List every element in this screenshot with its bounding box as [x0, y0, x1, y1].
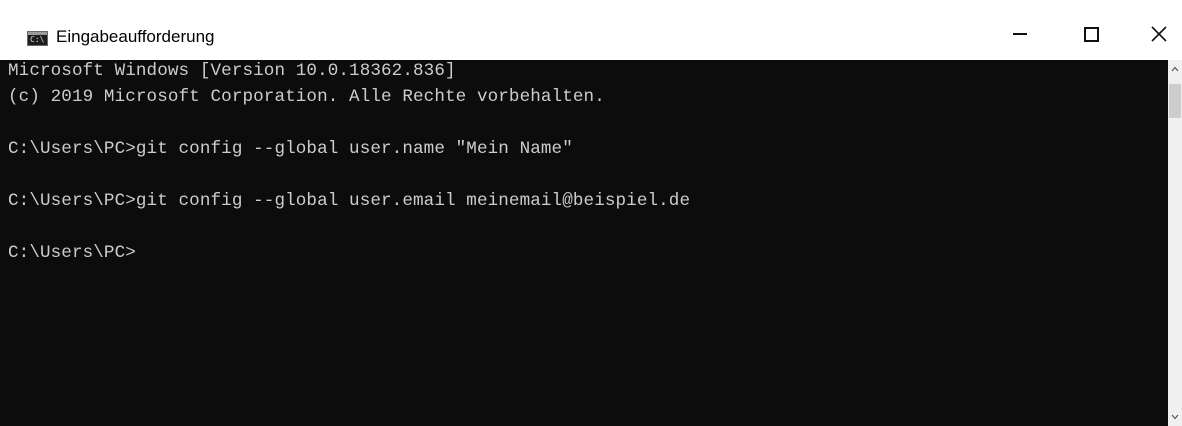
minimize-button[interactable] — [997, 14, 1043, 54]
maximize-button[interactable] — [1068, 14, 1114, 54]
console-output[interactable]: Microsoft Windows [Version 10.0.18362.83… — [0, 60, 1168, 426]
scroll-thumb[interactable] — [1169, 84, 1181, 118]
console-prompt-line: C:\Users\PC> — [8, 243, 136, 263]
chevron-down-icon — [1171, 414, 1179, 420]
scroll-down-button[interactable] — [1168, 408, 1182, 426]
close-icon — [1151, 26, 1167, 42]
vertical-scrollbar[interactable] — [1168, 60, 1182, 426]
console-line: C:\Users\PC>git config --global user.ema… — [8, 191, 691, 211]
console-line: Microsoft Windows [Version 10.0.18362.83… — [8, 61, 456, 81]
console-line: C:\Users\PC>git config --global user.nam… — [8, 139, 573, 159]
title-bar[interactable]: C:\ Eingabeaufforderung — [0, 0, 1182, 60]
chevron-up-icon — [1171, 66, 1179, 72]
cmd-icon: C:\ — [27, 31, 48, 46]
console-line: (c) 2019 Microsoft Corporation. Alle Rec… — [8, 87, 605, 107]
close-button[interactable] — [1136, 14, 1182, 54]
minimize-icon — [1013, 33, 1027, 35]
window-title: Eingabeaufforderung — [56, 27, 215, 46]
maximize-icon — [1083, 26, 1099, 42]
scroll-up-button[interactable] — [1168, 60, 1182, 78]
command-prompt-window: C:\ Eingabeaufforderung Microsoft Window… — [0, 0, 1182, 426]
